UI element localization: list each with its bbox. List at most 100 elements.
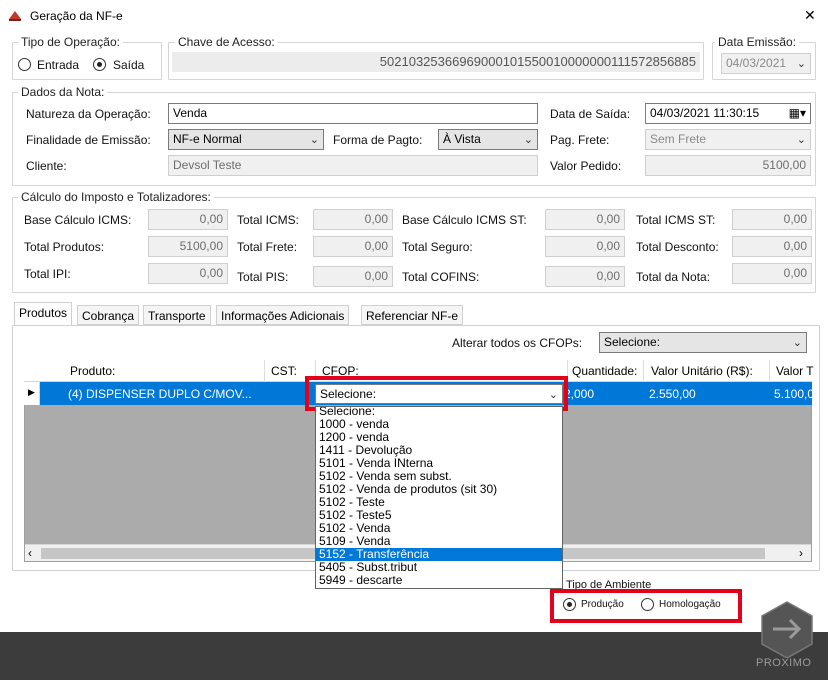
cell-valor-total[interactable]: 5.100,0: [774, 387, 814, 401]
cfops-all-label: Alterar todos os CFOPs:: [452, 336, 583, 350]
cliente-field: Devsol Teste: [168, 155, 538, 176]
chave-acesso-field: 5021032536696900010155001000000011157285…: [172, 52, 700, 72]
col-separator: [769, 360, 770, 382]
natureza-input[interactable]: Venda: [168, 103, 538, 124]
total-nota-field: 0,00: [732, 263, 812, 284]
col-produto[interactable]: Produto:: [70, 364, 115, 378]
chevron-down-icon: ⌄: [309, 134, 319, 146]
pag-frete-select: Sem Frete ⌄: [645, 129, 811, 150]
app-logo-icon: [8, 9, 22, 21]
close-icon[interactable]: ✕: [804, 7, 816, 24]
cfops-all-select[interactable]: Selecione: ⌄: [599, 332, 807, 353]
calendar-icon[interactable]: ▦▾: [789, 106, 806, 120]
window-title: Geração da NF-e: [30, 9, 123, 23]
tipo-operacao-legend: Tipo de Operação:: [18, 35, 123, 49]
saida-radio[interactable]: [93, 58, 106, 71]
next-button-label: PROXIMO: [756, 657, 812, 669]
cell-produto[interactable]: (4) DISPENSER DUPLO C/MOV...: [68, 387, 252, 401]
data-saida-label: Data de Saída:: [550, 107, 631, 121]
total-frete-label: Total Frete:: [237, 240, 298, 254]
col-valor-total[interactable]: Valor T: [776, 364, 814, 378]
base-icms-st-field: 0,00: [545, 209, 625, 230]
cell-quantidade[interactable]: 2,000: [564, 387, 594, 401]
saida-label: Saída: [113, 58, 145, 72]
total-ipi-field: 0,00: [148, 263, 228, 284]
natureza-label: Natureza da Operação:: [26, 107, 151, 121]
finalidade-select[interactable]: NF-e Normal ⌄: [168, 129, 324, 150]
homologacao-radio[interactable]: [641, 598, 654, 611]
chevron-down-icon: ⌄: [548, 389, 558, 401]
total-seguro-label: Total Seguro:: [402, 240, 473, 254]
valor-pedido-label: Valor Pedido:: [550, 159, 622, 173]
total-ipi-label: Total IPI:: [24, 267, 71, 281]
col-valor-unitario[interactable]: Valor Unitário (R$):: [651, 364, 753, 378]
next-button[interactable]: PROXIMO: [752, 600, 822, 672]
total-icms-field: 0,00: [313, 209, 393, 230]
total-cofins-label: Total COFINS:: [402, 270, 480, 284]
forma-pagto-value: À Vista: [443, 132, 481, 146]
calculo-legend: Cálculo do Imposto e Totalizadores:: [18, 190, 214, 204]
total-produtos-label: Total Produtos:: [24, 240, 105, 254]
scroll-right-icon[interactable]: ›: [799, 546, 803, 560]
total-desconto-field: 0,00: [732, 236, 812, 257]
total-pis-label: Total PIS:: [237, 270, 289, 284]
base-icms-st-label: Base Cálculo ICMS ST:: [402, 213, 527, 227]
chave-acesso-legend: Chave de Acesso:: [175, 35, 278, 49]
chevron-down-icon: ⌄: [796, 58, 806, 70]
cfop-cell-select[interactable]: Selecione: ⌄: [315, 384, 563, 404]
title-bar: Geração da NF-e ✕: [0, 0, 828, 30]
total-desconto-label: Total Desconto:: [636, 240, 719, 254]
col-separator: [643, 360, 644, 382]
total-icms-label: Total ICMS:: [237, 213, 300, 227]
tab-referenciar-nfe[interactable]: Referenciar NF-e: [361, 305, 464, 325]
pag-frete-label: Pag. Frete:: [550, 133, 610, 147]
col-quantidade[interactable]: Quantidade:: [572, 364, 637, 378]
data-saida-value: 04/03/2021 11:30:15: [650, 106, 760, 120]
cliente-label: Cliente:: [26, 159, 67, 173]
entrada-radio[interactable]: [18, 58, 31, 71]
cfop-cell-value: Selecione:: [320, 387, 377, 401]
producao-radio[interactable]: [563, 598, 576, 611]
pag-frete-value: Sem Frete: [650, 132, 707, 146]
col-cst[interactable]: CST:: [271, 364, 297, 378]
data-saida-picker[interactable]: 04/03/2021 11:30:15 ▦▾: [645, 103, 811, 124]
data-emissao-value: 04/03/2021: [726, 56, 787, 70]
total-nota-label: Total da Nota:: [636, 270, 711, 284]
chevron-down-icon: ⌄: [523, 134, 533, 146]
tab-informacoes-adicionais[interactable]: Informações Adicionais: [216, 305, 350, 325]
total-seguro-field: 0,00: [545, 236, 625, 257]
tab-cobranca[interactable]: Cobrança: [77, 305, 140, 325]
finalidade-value: NF-e Normal: [173, 132, 242, 146]
next-arrow-icon: [761, 601, 813, 658]
base-icms-field: 0,00: [148, 209, 228, 230]
data-emissao-legend: Data Emissão:: [715, 35, 800, 49]
homologacao-label: Homologação: [659, 599, 721, 610]
cfop-dropdown-list[interactable]: Selecione: 1000 - venda 1200 - venda 141…: [315, 406, 563, 589]
total-icms-st-label: Total ICMS ST:: [636, 213, 716, 227]
tab-transporte[interactable]: Transporte: [143, 305, 211, 325]
col-separator: [264, 360, 265, 382]
row-header-cell[interactable]: ▶: [24, 382, 40, 405]
scroll-left-icon[interactable]: ‹: [28, 546, 32, 560]
total-pis-field: 0,00: [313, 266, 393, 287]
data-emissao-picker: 04/03/2021 ⌄: [721, 53, 811, 74]
total-produtos-field: 5100,00: [148, 236, 228, 257]
total-icms-st-field: 0,00: [732, 209, 812, 230]
total-cofins-field: 0,00: [545, 266, 625, 287]
finalidade-label: Finalidade de Emissão:: [26, 133, 151, 147]
total-frete-field: 0,00: [313, 236, 393, 257]
base-icms-label: Base Cálculo ICMS:: [24, 213, 132, 227]
forma-pagto-label: Forma de Pagto:: [333, 133, 423, 147]
chevron-down-icon: ⌄: [792, 337, 802, 349]
row-pointer-icon: ▶: [28, 387, 35, 397]
dados-nota-legend: Dados da Nota:: [18, 85, 108, 99]
forma-pagto-select[interactable]: À Vista ⌄: [438, 129, 538, 150]
chevron-down-icon: ⌄: [796, 134, 806, 146]
cell-valor-unitario[interactable]: 2.550,00: [649, 387, 696, 401]
valor-pedido-field: 5100,00: [645, 155, 811, 176]
cfops-all-value: Selecione:: [604, 335, 661, 349]
footer-bar: [0, 632, 828, 680]
dropdown-option[interactable]: 5949 - descarte: [316, 574, 562, 587]
tab-produtos[interactable]: Produtos: [14, 302, 73, 326]
producao-label: Produção: [581, 599, 624, 610]
